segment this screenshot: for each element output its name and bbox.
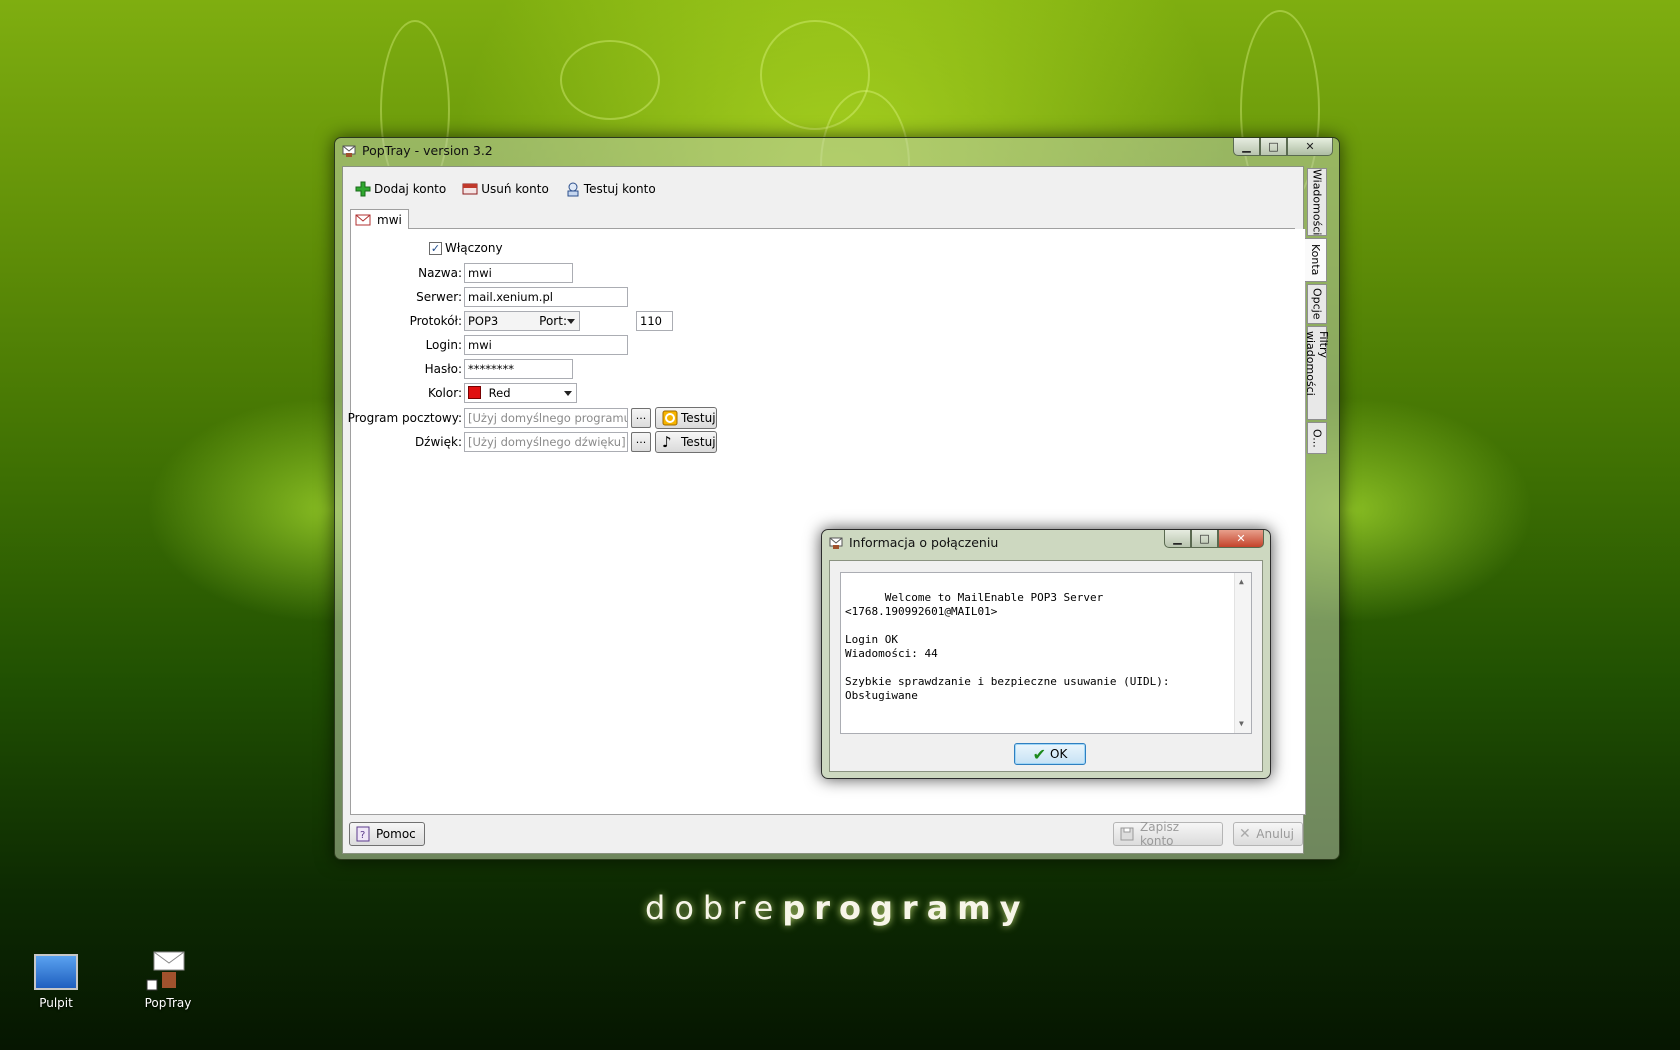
background-swirl [560, 40, 660, 120]
poptray-app-icon [828, 534, 844, 550]
name-label: Nazwa: [418, 266, 462, 280]
add-account-button[interactable]: Dodaj konto [351, 177, 454, 201]
color-value: Red [488, 386, 511, 400]
delete-account-icon [462, 181, 478, 197]
server-field[interactable]: mail.xenium.pl [464, 287, 628, 307]
monitor-icon [34, 954, 78, 990]
dobreprogramy-logo: dobreprogramy [645, 889, 1030, 927]
enabled-checkbox[interactable]: ✓ [429, 242, 442, 255]
port-label: Port: [539, 314, 567, 328]
dialog-title: Informacja o połączeniu [849, 535, 999, 550]
cancel-button[interactable]: ✕ Anuluj [1233, 822, 1303, 846]
maximize-icon: □ [1268, 140, 1279, 153]
test-account-label: Testuj konto [583, 182, 656, 196]
desktop-icon-poptray[interactable]: PopTray [128, 950, 208, 1010]
dialog-close-button[interactable]: ✕ [1218, 530, 1264, 548]
test-sound-button[interactable]: ♪ Testuj [655, 431, 717, 453]
account-tab-label: mwi [377, 213, 402, 227]
desktop-icon-label: PopTray [144, 996, 192, 1010]
help-label: Pomoc [376, 827, 416, 841]
window-title: PopTray - version 3.2 [362, 143, 493, 158]
tab-account-mwi[interactable]: mwi [350, 209, 409, 230]
poptray-app-icon [341, 142, 357, 158]
account-tabs: mwi [350, 209, 1295, 230]
chevron-down-icon [567, 319, 575, 324]
dialog-minimize-button[interactable]: ▁ [1164, 530, 1191, 548]
ok-label: OK [1050, 747, 1068, 761]
color-swatch [468, 386, 481, 399]
close-icon: ✕ [1236, 532, 1246, 545]
mail-program-field[interactable]: [Użyj domyślnego programu] [464, 408, 628, 428]
plus-icon [355, 181, 371, 197]
account-toolbar: Dodaj konto Usuń konto Testuj konto [351, 177, 664, 201]
tab-messages[interactable]: Wiadomości [1307, 168, 1327, 236]
envelope-icon [355, 212, 371, 228]
maximize-icon: □ [1199, 532, 1210, 545]
color-select[interactable]: Red [464, 383, 577, 403]
port-field[interactable]: 110 [636, 311, 673, 331]
scroll-up-icon: ▲ [1239, 577, 1244, 586]
dialog-maximize-button[interactable]: □ [1191, 530, 1218, 548]
logo-bold-text: programy [782, 889, 1030, 927]
chevron-down-icon [564, 391, 572, 396]
login-field[interactable]: mwi [464, 335, 628, 355]
connection-log-text: Welcome to MailEnable POP3 Server <1768.… [845, 591, 1170, 702]
test-sound-label: Testuj [681, 435, 716, 449]
test-program-button[interactable]: Testuj [655, 407, 717, 429]
color-label: Kolor: [427, 386, 462, 400]
enabled-label: Włączony [445, 241, 503, 255]
browse-program-button[interactable]: ... [631, 408, 651, 428]
login-label: Login: [425, 338, 462, 352]
ok-button[interactable]: ✔ OK [1014, 743, 1086, 765]
cancel-label: Anuluj [1256, 827, 1294, 841]
save-account-label: Zapisz konto [1140, 820, 1180, 848]
window-titlebar[interactable]: PopTray - version 3.2 ▁ □ ✕ [335, 138, 1339, 164]
checkmark-icon: ✔ [1032, 744, 1047, 764]
minimize-icon: ▁ [1173, 532, 1182, 545]
close-icon: ✕ [1239, 826, 1251, 842]
close-icon: ✕ [1305, 140, 1315, 153]
logo-light-text: dobre [645, 889, 783, 927]
poptray-desktop-icon [146, 950, 190, 992]
tab-about[interactable]: O... [1307, 422, 1327, 454]
desktop-icon-pulpit[interactable]: Pulpit [16, 954, 96, 1010]
maximize-button[interactable]: □ [1260, 138, 1287, 156]
protocol-label: Protokół: [409, 314, 462, 328]
help-button[interactable]: ? Pomoc [349, 822, 425, 846]
server-label: Serwer: [416, 290, 462, 304]
svg-text:?: ? [360, 830, 365, 841]
tab-options[interactable]: Opcje [1307, 284, 1327, 324]
remove-account-button[interactable]: Usuń konto [458, 177, 557, 201]
floppy-icon [1119, 826, 1135, 842]
minimize-button[interactable]: ▁ [1233, 138, 1260, 156]
scroll-down-icon: ▼ [1239, 719, 1244, 728]
test-account-button[interactable]: Testuj konto [561, 177, 664, 201]
sound-label: Dźwięk: [414, 435, 462, 449]
browse-sound-button[interactable]: ... [631, 432, 651, 452]
name-field[interactable]: mwi [464, 263, 573, 283]
log-scrollbar[interactable]: ▲ ▼ [1234, 573, 1251, 733]
save-account-button[interactable]: Zapisz konto [1113, 820, 1223, 848]
password-field[interactable]: ******** [464, 359, 573, 379]
tab-filters[interactable]: Filtry wiadomości [1304, 326, 1330, 420]
help-icon: ? [355, 826, 371, 842]
music-note-icon: ♪ [662, 433, 672, 451]
test-program-label: Testuj [681, 411, 716, 425]
connection-info-dialog: Informacja o połączeniu ▁ □ ✕ Welcome to… [821, 529, 1271, 779]
password-label: Hasło: [424, 362, 462, 376]
sound-field[interactable]: [Użyj domyślnego dźwięku] [464, 432, 628, 452]
desktop-icon-label: Pulpit [39, 996, 73, 1010]
mail-program-icon [662, 410, 678, 426]
mail-program-label: Program pocztowy: [347, 411, 462, 425]
connection-log[interactable]: Welcome to MailEnable POP3 Server <1768.… [840, 572, 1252, 734]
tab-accounts[interactable]: Konta [1305, 238, 1327, 282]
remove-account-label: Usuń konto [481, 182, 549, 196]
add-account-label: Dodaj konto [374, 182, 447, 196]
minimize-icon: ▁ [1242, 140, 1251, 153]
close-button[interactable]: ✕ [1287, 138, 1333, 156]
test-account-icon [565, 181, 581, 197]
dialog-client-area: Welcome to MailEnable POP3 Server <1768.… [829, 560, 1263, 772]
dialog-titlebar[interactable]: Informacja o połączeniu ▁ □ ✕ [822, 530, 1270, 556]
